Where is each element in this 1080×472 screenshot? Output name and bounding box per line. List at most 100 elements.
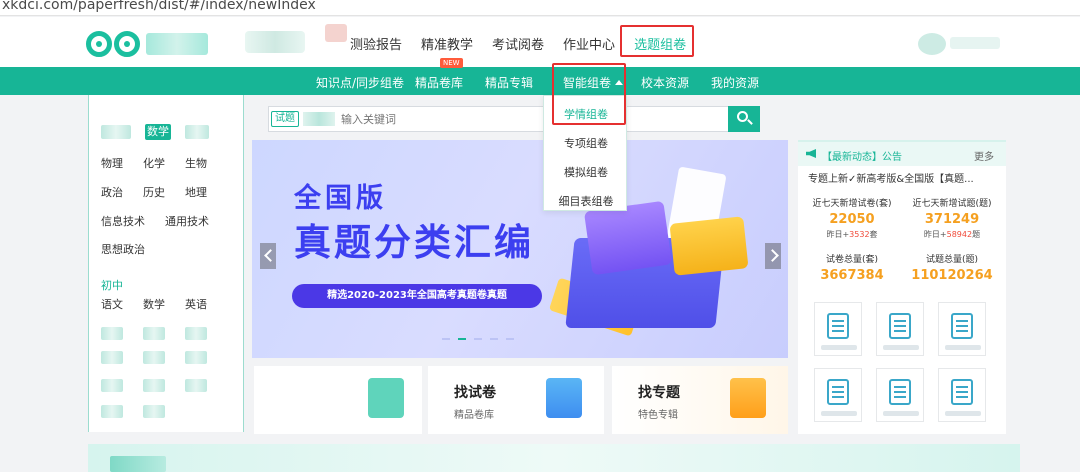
tile-caption-blurred bbox=[945, 411, 981, 416]
subject-history[interactable]: 历史 bbox=[143, 184, 165, 200]
feature-card-find-paper[interactable]: 找试卷 精品卷库 bbox=[428, 366, 604, 434]
subnav-premium-albums[interactable]: 精品专辑 bbox=[485, 74, 533, 91]
subject-physics[interactable]: 物理 bbox=[101, 155, 123, 171]
new-badge: NEW bbox=[440, 58, 463, 68]
card-title: 找试卷 bbox=[454, 385, 496, 401]
subject-biology[interactable]: 生物 bbox=[185, 155, 207, 171]
stat-new-papers: 近七天新增试卷(套) 22050 昨日+3532套 bbox=[802, 196, 902, 240]
tool-tile[interactable] bbox=[814, 368, 862, 422]
subject-blurred[interactable] bbox=[101, 405, 123, 418]
stat-value: 3667384 bbox=[820, 268, 884, 283]
notice-header: 【最新动态】公告 更多 bbox=[798, 142, 1006, 166]
feature-card-blurred[interactable] bbox=[254, 366, 422, 434]
stat-value: 371249 bbox=[924, 212, 980, 227]
option-spec-table[interactable]: 细目表组卷 bbox=[544, 193, 628, 209]
subject-blurred[interactable] bbox=[143, 327, 165, 340]
document-icon bbox=[827, 313, 849, 339]
subject-blurred[interactable] bbox=[185, 327, 207, 340]
logo-eye-left-icon bbox=[86, 31, 112, 57]
carousel-dot[interactable] bbox=[490, 338, 498, 340]
site-logo[interactable] bbox=[86, 27, 212, 59]
carousel-dot-active[interactable] bbox=[458, 338, 466, 340]
stat-label: 近七天新增试卷(套) bbox=[812, 199, 892, 209]
option-mock-exam[interactable]: 模拟组卷 bbox=[544, 164, 628, 180]
address-bar[interactable]: xkdci.com/paperfresh/dist/#/index/newInd… bbox=[0, 0, 1080, 16]
subject-sidebar: 数学 物理 化学 生物 政治 历史 地理 信息技术 通用技术 思想政治 初中 语… bbox=[88, 95, 244, 432]
stage-tab-blurred[interactable] bbox=[101, 125, 131, 139]
nav-question-selection[interactable]: 选题组卷 bbox=[634, 34, 686, 53]
subject-it[interactable]: 信息技术 bbox=[101, 213, 145, 229]
notice-headline[interactable]: 专题上新✓新高考版&全国版【真题... bbox=[808, 170, 1004, 185]
user-avatar[interactable] bbox=[918, 33, 946, 55]
building-icon bbox=[889, 313, 911, 339]
nav-test-report[interactable]: 测验报告 bbox=[350, 34, 402, 53]
stat-inc-prefix: 昨日+ bbox=[826, 230, 850, 239]
promo-badge[interactable] bbox=[245, 31, 305, 53]
tool-tile[interactable] bbox=[938, 368, 986, 422]
tool-tile[interactable] bbox=[876, 368, 924, 422]
tile-caption-blurred bbox=[945, 345, 981, 350]
user-name-blurred bbox=[950, 37, 1000, 49]
option-special-topic[interactable]: 专项组卷 bbox=[544, 135, 628, 151]
nav-homework-center[interactable]: 作业中心 bbox=[563, 34, 615, 53]
nav-exam-grading[interactable]: 考试阅卷 bbox=[492, 34, 544, 53]
subject-blurred[interactable] bbox=[101, 327, 123, 340]
carousel-prev-button[interactable] bbox=[260, 243, 276, 269]
tile-caption-blurred bbox=[883, 411, 919, 416]
subject-blurred[interactable] bbox=[185, 351, 207, 364]
stat-new-questions: 近七天新增试题(题) 371249 昨日+58942题 bbox=[902, 196, 1002, 240]
subject-english[interactable]: 英语 bbox=[185, 296, 207, 312]
star-badge-icon bbox=[730, 378, 766, 418]
subject-blurred[interactable] bbox=[101, 351, 123, 364]
carousel-dot[interactable] bbox=[442, 338, 450, 340]
tile-caption-blurred bbox=[821, 345, 857, 350]
subnav-school-resources[interactable]: 校本资源 bbox=[641, 74, 689, 91]
stat-inc-value: 58942 bbox=[946, 230, 973, 239]
nav-precision-teaching[interactable]: 精准教学 bbox=[421, 34, 473, 53]
speaker-icon bbox=[806, 149, 816, 158]
subject-politics[interactable]: 政治 bbox=[101, 184, 123, 200]
subnav-my-resources[interactable]: 我的资源 bbox=[711, 74, 759, 91]
smart-assembly-dropdown: 学情组卷 专项组卷 模拟组卷 细目表组卷 bbox=[543, 95, 627, 211]
subject-blurred[interactable] bbox=[143, 405, 165, 418]
tool-tile[interactable] bbox=[814, 302, 862, 356]
caret-up-icon bbox=[615, 80, 624, 85]
carousel-dot[interactable] bbox=[474, 338, 482, 340]
subject-chemistry[interactable]: 化学 bbox=[143, 155, 165, 171]
banner-wave-card-graphic bbox=[669, 216, 749, 276]
subject-ideology[interactable]: 思想政治 bbox=[101, 241, 145, 257]
tool-tile[interactable] bbox=[876, 302, 924, 356]
tool-tile[interactable] bbox=[938, 302, 986, 356]
hero-banner[interactable]: 全国版 真题分类汇编 精选2020-2023年全国高考真题卷真题 bbox=[252, 140, 788, 358]
option-learning-situation[interactable]: 学情组卷 bbox=[544, 106, 628, 122]
notice-more-link[interactable]: 更多 bbox=[974, 148, 994, 163]
stat-increment: 昨日+58942题 bbox=[902, 229, 1002, 240]
carousel-dots bbox=[442, 338, 514, 340]
logo-brand-mark bbox=[146, 33, 208, 55]
certificate-icon bbox=[951, 313, 973, 339]
subject-blurred[interactable] bbox=[185, 125, 209, 139]
subject-general-tech[interactable]: 通用技术 bbox=[165, 213, 209, 229]
carousel-next-button[interactable] bbox=[765, 243, 781, 269]
subnav-smart-assembly[interactable]: 智能组卷 bbox=[563, 74, 624, 91]
carousel-dot[interactable] bbox=[506, 338, 514, 340]
search-type-tag[interactable]: 试题 bbox=[271, 111, 299, 127]
search-button[interactable] bbox=[728, 106, 760, 132]
subnav-premium-papers[interactable]: 精品卷库 bbox=[415, 74, 463, 91]
subject-math-junior[interactable]: 数学 bbox=[143, 296, 165, 312]
stat-value: 22050 bbox=[829, 212, 875, 227]
subject-math-selected[interactable]: 数学 bbox=[145, 124, 171, 140]
subject-blurred[interactable] bbox=[101, 379, 123, 392]
subject-chinese[interactable]: 语文 bbox=[101, 296, 123, 312]
card-subtitle: 精品卷库 bbox=[454, 410, 494, 421]
subject-blurred[interactable] bbox=[185, 379, 207, 392]
subject-blurred[interactable] bbox=[143, 379, 165, 392]
feature-card-find-topic[interactable]: 找专题 特色专辑 bbox=[612, 366, 788, 434]
search-type-blurred[interactable] bbox=[303, 112, 335, 126]
card-subtitle: 特色专辑 bbox=[638, 410, 678, 421]
logo-eye-right-icon bbox=[114, 31, 140, 57]
banner-line2: 真题分类汇编 bbox=[294, 221, 534, 264]
subject-geography[interactable]: 地理 bbox=[185, 184, 207, 200]
subnav-knowledge-sync[interactable]: 知识点/同步组卷 bbox=[316, 74, 404, 91]
subject-blurred[interactable] bbox=[143, 351, 165, 364]
